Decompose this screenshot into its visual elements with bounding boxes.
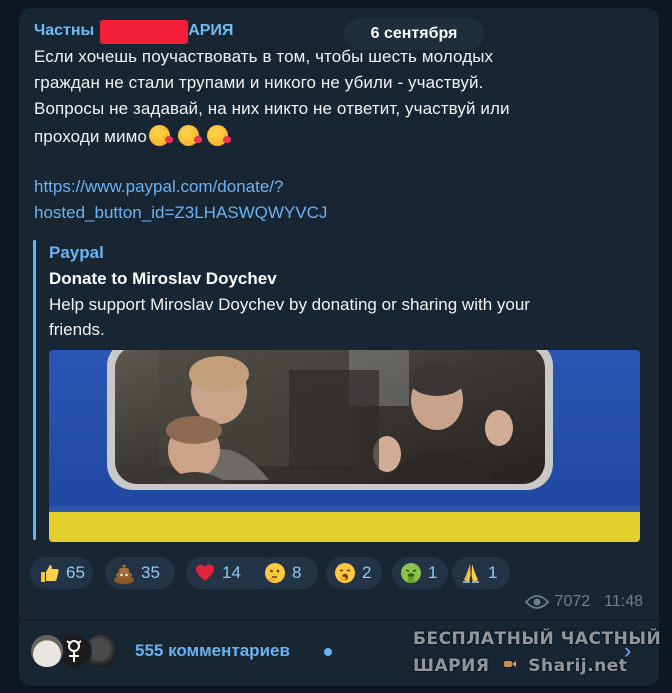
link-preview-description-line-1: Help support Miroslav Doychev by donatin… (49, 295, 530, 314)
message-text-line-4-text: проходи мимо (34, 127, 147, 146)
link-preview-description: Help support Miroslav Doychev by donatin… (49, 295, 530, 340)
train-window-photo (49, 350, 640, 542)
watermark-word: ШАРИЯ (413, 656, 490, 676)
folded-hands-icon (460, 562, 482, 584)
reaction-thinking[interactable]: 8 (256, 557, 318, 589)
vomiting-face-icon (400, 562, 422, 584)
link-preview-accent-bar (33, 240, 36, 540)
heart-icon (194, 562, 216, 584)
eye-icon (524, 594, 549, 610)
yawning-face-icon (334, 562, 356, 584)
message-text-line-3: Вопросы не задавай, на них никто не отве… (34, 99, 510, 118)
watermark-site: Sharij.net (528, 656, 628, 676)
thinking-face-icon (264, 562, 286, 584)
reaction-vomiting[interactable]: 1 (392, 557, 448, 589)
reaction-count: 35 (141, 563, 160, 582)
kissing-face-icon (148, 125, 173, 146)
kissing-face-icon (206, 125, 231, 146)
reaction-count: 65 (66, 563, 85, 582)
thumbs-up-icon (38, 562, 60, 584)
poop-icon (113, 562, 135, 584)
message-meta: 7072 11:48 (524, 593, 643, 611)
message-time: 11:48 (604, 593, 643, 610)
reaction-count: 2 (362, 563, 372, 582)
chevron-right-icon[interactable]: › (624, 638, 631, 664)
message-text-line-1: Если хочешь поучаствовать в том, чтобы ш… (34, 47, 494, 66)
reaction-count: 14 (222, 563, 241, 582)
link-preview-image[interactable] (49, 350, 640, 542)
date-label: 6 сентября (370, 25, 458, 42)
pointing-hand-icon (497, 652, 520, 667)
link-preview-title[interactable]: Donate to Miroslav Doychev (49, 269, 277, 289)
link-preview-description-line-2: friends. (49, 320, 105, 339)
comments-count-label[interactable]: 555 комментариев (135, 641, 290, 661)
reaction-yawning[interactable]: 2 (326, 557, 382, 589)
unread-dot (324, 648, 332, 656)
reaction-count: 1 (488, 563, 498, 582)
message-text-line-2: граждан не стали трупами и никого не уби… (34, 73, 484, 92)
reaction-count: 8 (292, 563, 302, 582)
paypal-link-line-2[interactable]: hosted_button_id=Z3LHASWQWYVCJ (34, 203, 327, 223)
date-pill: 6 сентября (344, 18, 484, 50)
channel-name-start: Частны (34, 22, 95, 39)
redaction-mark (100, 20, 188, 44)
message-text-line-4: проходи мимо (34, 125, 231, 147)
reaction-poop[interactable]: 35 (105, 557, 175, 589)
view-count: 7072 (554, 593, 591, 610)
kissing-face-icon (177, 125, 202, 146)
cat-avatar (29, 633, 65, 669)
reaction-thumbs-up[interactable]: 65 (30, 557, 93, 589)
reaction-count: 1 (428, 563, 438, 582)
reaction-folded-hands[interactable]: 1 (452, 557, 510, 589)
link-preview-site[interactable]: Paypal (49, 243, 104, 263)
channel-name-end: АРИЯ (188, 22, 234, 39)
paypal-link-line-1[interactable]: https://www.paypal.com/donate/? (34, 177, 283, 197)
